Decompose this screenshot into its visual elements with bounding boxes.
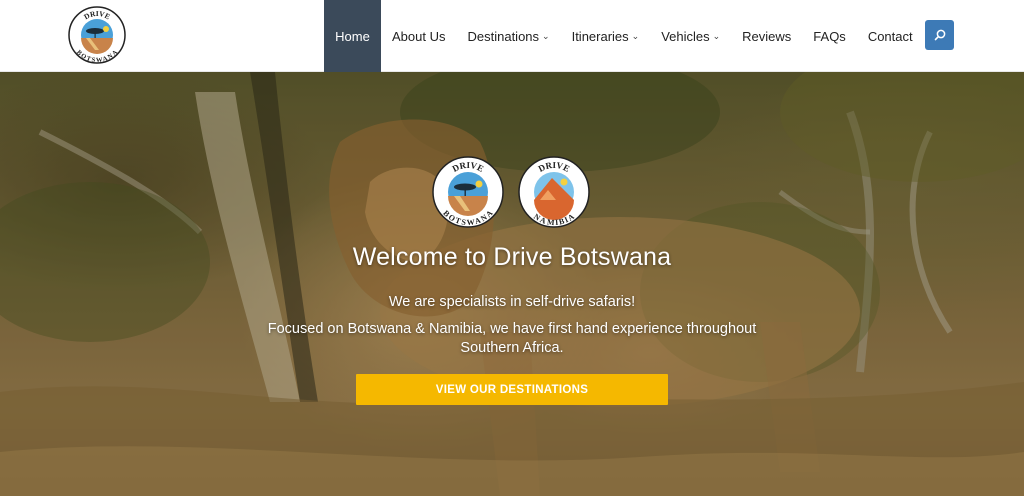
nav-item-destinations[interactable]: Destinations ⌄ xyxy=(456,0,560,72)
nav-item-about-us[interactable]: About Us xyxy=(381,0,456,72)
hero-description: Focused on Botswana & Namibia, we have f… xyxy=(267,321,757,356)
nav-label: Home xyxy=(335,28,370,44)
view-destinations-button[interactable]: VIEW OUR DESTINATIONS xyxy=(356,374,668,405)
site-header: DRIVE BOTSWANA Home About Us Destination… xyxy=(0,0,1024,72)
nav-label: About Us xyxy=(392,28,446,44)
nav-item-itineraries[interactable]: Itineraries ⌄ xyxy=(561,0,651,72)
hero-overlay xyxy=(0,72,1024,496)
drive-botswana-badge: DRIVE BOTSWANA xyxy=(432,156,504,228)
hero-banner: DRIVE BOTSWANA DRIVE NAMIBIA Welcome to … xyxy=(0,72,1024,496)
chevron-down-icon: ⌄ xyxy=(712,30,721,41)
hero-subtitle: We are specialists in self-drive safaris… xyxy=(388,294,636,310)
main-nav: Home About Us Destinations ⌄ Itineraries ⌄… xyxy=(324,0,924,72)
drive-namibia-badge: DRIVE NAMIBIA xyxy=(518,156,590,228)
nav-label: Vehicles xyxy=(661,28,710,44)
nav-item-home[interactable]: Home xyxy=(324,0,381,72)
drive-botswana-logo[interactable]: DRIVE BOTSWANA xyxy=(68,6,126,64)
nav-label: Itineraries xyxy=(571,28,629,44)
nav-item-reviews[interactable]: Reviews xyxy=(731,0,802,72)
nav-item-vehicles[interactable]: Vehicles ⌄ xyxy=(650,0,731,72)
nav-label: Contact xyxy=(867,28,913,44)
nav-label: Destinations xyxy=(467,28,540,44)
chevron-down-icon: ⌄ xyxy=(542,30,550,41)
chevron-down-icon: ⌄ xyxy=(631,30,640,41)
hero-title: Welcome to Drive Botswana xyxy=(352,243,672,271)
search-icon xyxy=(934,29,945,41)
nav-label: FAQs xyxy=(813,28,846,44)
search-button[interactable] xyxy=(925,20,954,50)
nav-label: Reviews xyxy=(742,28,792,44)
nav-item-contact[interactable]: Contact xyxy=(857,0,924,72)
nav-item-faqs[interactable]: FAQs xyxy=(802,0,857,72)
